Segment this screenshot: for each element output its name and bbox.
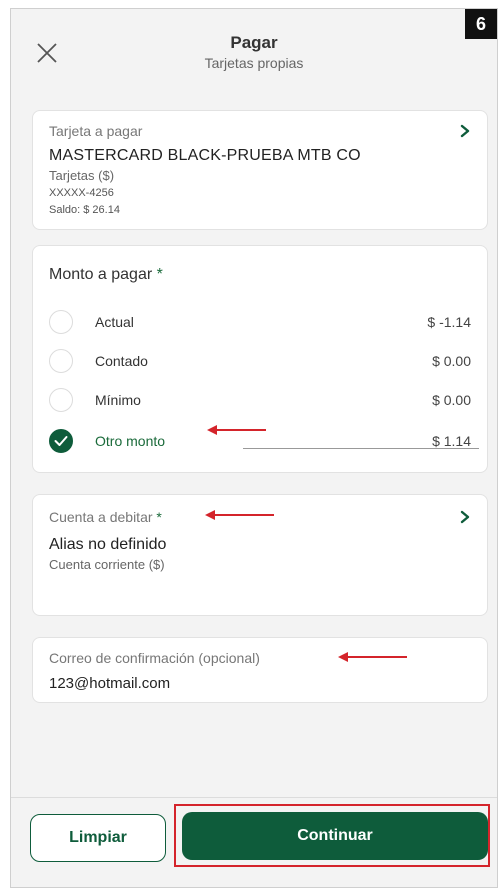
correo-input[interactable]: 123@hotmail.com [49,675,170,692]
option-value: $ 0.00 [432,353,471,369]
tarjeta-number: XXXXX-4256 [49,187,114,199]
option-label: Mínimo [95,392,141,408]
option-label: Otro monto [95,433,166,449]
amount-input-underline [243,448,479,449]
radio-button[interactable] [49,349,73,373]
option-actual[interactable]: Actual $ -1.14 [49,309,471,335]
footer-bar: Limpiar Continuar [11,797,497,887]
radio-button[interactable] [49,388,73,412]
page-subtitle: Tarjetas propias [204,55,304,71]
required-mark: * [156,266,163,283]
option-contado[interactable]: Contado $ 0.00 [49,348,471,374]
required-mark: * [156,509,162,525]
monto-card: Monto a pagar * Actual $ -1.14 Contado $… [32,245,488,473]
option-label: Actual [95,314,134,330]
option-minimo[interactable]: Mínimo $ 0.00 [49,387,471,413]
monto-title-text: Monto a pagar [49,266,153,283]
app-screen: 6 Pagar Tarjetas propias Tarjeta a pagar… [10,8,498,888]
page-title: Pagar [230,33,278,52]
otro-monto-input[interactable]: $ 1.14 [432,433,471,449]
tarjeta-name: MASTERCARD BLACK-PRUEBA MTB CO [49,147,361,164]
chevron-right-icon [460,124,470,138]
correo-card[interactable]: Correo de confirmación (opcional) 123@ho… [32,637,488,703]
check-icon [54,436,68,446]
chevron-right-icon [460,510,470,524]
cuenta-alias: Alias no definido [49,536,167,553]
cuenta-card[interactable]: Cuenta a debitar * Alias no definido Cue… [32,494,488,616]
cuenta-label: Cuenta a debitar * [49,509,162,525]
tarjeta-type: Tarjetas ($) [49,168,115,183]
radio-button[interactable] [49,310,73,334]
option-otro-monto[interactable]: Otro monto $ 1.14 [49,428,471,454]
tarjeta-label: Tarjeta a pagar [49,123,143,139]
correo-label: Correo de confirmación (opcional) [49,650,260,666]
radio-button-checked[interactable] [49,429,73,453]
continuar-button[interactable]: Continuar [182,812,488,860]
cuenta-type: Cuenta corriente ($) [49,557,165,572]
limpiar-button[interactable]: Limpiar [30,814,166,862]
tarjeta-saldo: Saldo: $ 26.14 [49,204,120,216]
monto-title: Monto a pagar * [49,266,163,284]
option-value: $ -1.14 [427,314,471,330]
cuenta-label-text: Cuenta a debitar [49,509,153,525]
tarjeta-card[interactable]: Tarjeta a pagar MASTERCARD BLACK-PRUEBA … [32,110,488,230]
option-value: $ 0.00 [432,392,471,408]
option-label: Contado [95,353,148,369]
